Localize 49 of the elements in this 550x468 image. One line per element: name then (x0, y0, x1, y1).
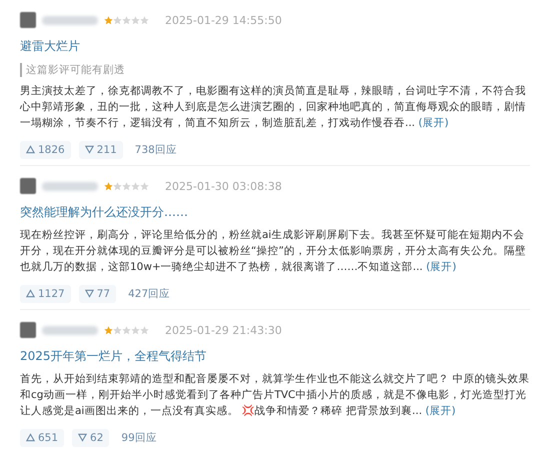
review-text: 首先，从开始到结束郭靖的造型和配音屡屡不对，就算学生作业也不能这么就交片了吧？ 中原的镜头效果和cg动画一样，刚开始半小时感觉看到了各种广告片TVC中插小片的质感，就是不像电影，灯光造型打光让人感觉是ai画图出来的，一点没有真实感。 💢战争和情爱？稀碎 把背景放到襄... (展开) (20, 372, 530, 419)
star-icon (140, 16, 149, 24)
review-title[interactable]: 突然能理解为什么还没开分…… (20, 204, 530, 221)
downvote-button[interactable]: 62 (72, 429, 110, 447)
down-triangle-icon (84, 145, 94, 154)
star-icon (113, 16, 122, 24)
expand-link[interactable]: (展开) (426, 261, 456, 273)
downvote-button[interactable]: 211 (78, 141, 123, 159)
expand-link[interactable]: (展开) (425, 405, 456, 417)
avatar[interactable] (20, 322, 36, 338)
star-icon (122, 326, 131, 334)
upvote-button[interactable]: 1127 (20, 285, 71, 303)
star-icon (113, 182, 122, 190)
star-icon (104, 182, 113, 190)
review-time: 2025-01-30 03:08:38 (165, 180, 282, 192)
star-icon (131, 182, 140, 190)
blurred-username (42, 182, 98, 190)
downvote-button[interactable]: 77 (78, 285, 116, 303)
down-triangle-icon (84, 289, 94, 298)
star-icon (122, 16, 131, 24)
review-text: 男主演技太差了，徐克都调教不了，电影圈有这样的演员简直是耻辱，辣眼睛，台词吐字不清，不符合我心中郭靖形象，丑的一批，这种人到底是怎么进演艺圈的，回家种地吧真的，简直侮辱观众的眼睛，剧情一塌糊涂，节奏不行，逻辑没有，简直不知所云，制造脏乱差，打戏动作慢吞吞... (展开) (20, 84, 527, 131)
down-triangle-icon (78, 433, 88, 442)
upvote-button[interactable]: 651 (20, 429, 64, 447)
star-icon (104, 326, 113, 334)
star-icon (140, 182, 149, 190)
up-triangle-icon (26, 145, 35, 154)
review-title[interactable]: 避雷大烂片 (20, 38, 530, 55)
up-triangle-icon (26, 289, 35, 298)
expand-link[interactable]: (展开) (418, 117, 449, 129)
avatar[interactable] (20, 12, 36, 28)
star-icon (131, 16, 140, 24)
replies-link[interactable]: 427回应 (128, 287, 170, 301)
star-icon (122, 182, 131, 190)
replies-link[interactable]: 738回应 (134, 143, 177, 157)
star-icon (113, 326, 122, 334)
blurred-username (42, 16, 98, 24)
review-time: 2025-01-29 14:55:50 (165, 14, 282, 26)
upvote-button[interactable]: 1826 (20, 141, 71, 159)
blurred-username (42, 326, 98, 334)
up-triangle-icon (26, 433, 35, 442)
star-icon (104, 16, 113, 24)
star-icon (140, 326, 149, 334)
replies-link[interactable]: 99回应 (121, 431, 157, 445)
review-time: 2025-01-29 21:43:30 (165, 324, 282, 336)
review-title[interactable]: 2025开年第一烂片，全程气得结节 (20, 348, 530, 365)
avatar[interactable] (20, 178, 36, 194)
star-icon (131, 326, 140, 334)
review-text: 现在粉丝控评，刷高分，评论里给低分的，粉丝就ai生成影评刷屏刷下去。我甚至怀疑可能在短期内不会开分，现在开分就体现的豆瓣评分是可以被粉丝“操控”的，开分太低影响票房，开分太高有失公允。隔壁也就几万的数据，这部10w+一骑绝尘却进不了热榜，就很离谱了……不知道这部... (展开) (20, 228, 527, 275)
spoiler-note: 这篇影评可能有剧透 (20, 63, 530, 77)
